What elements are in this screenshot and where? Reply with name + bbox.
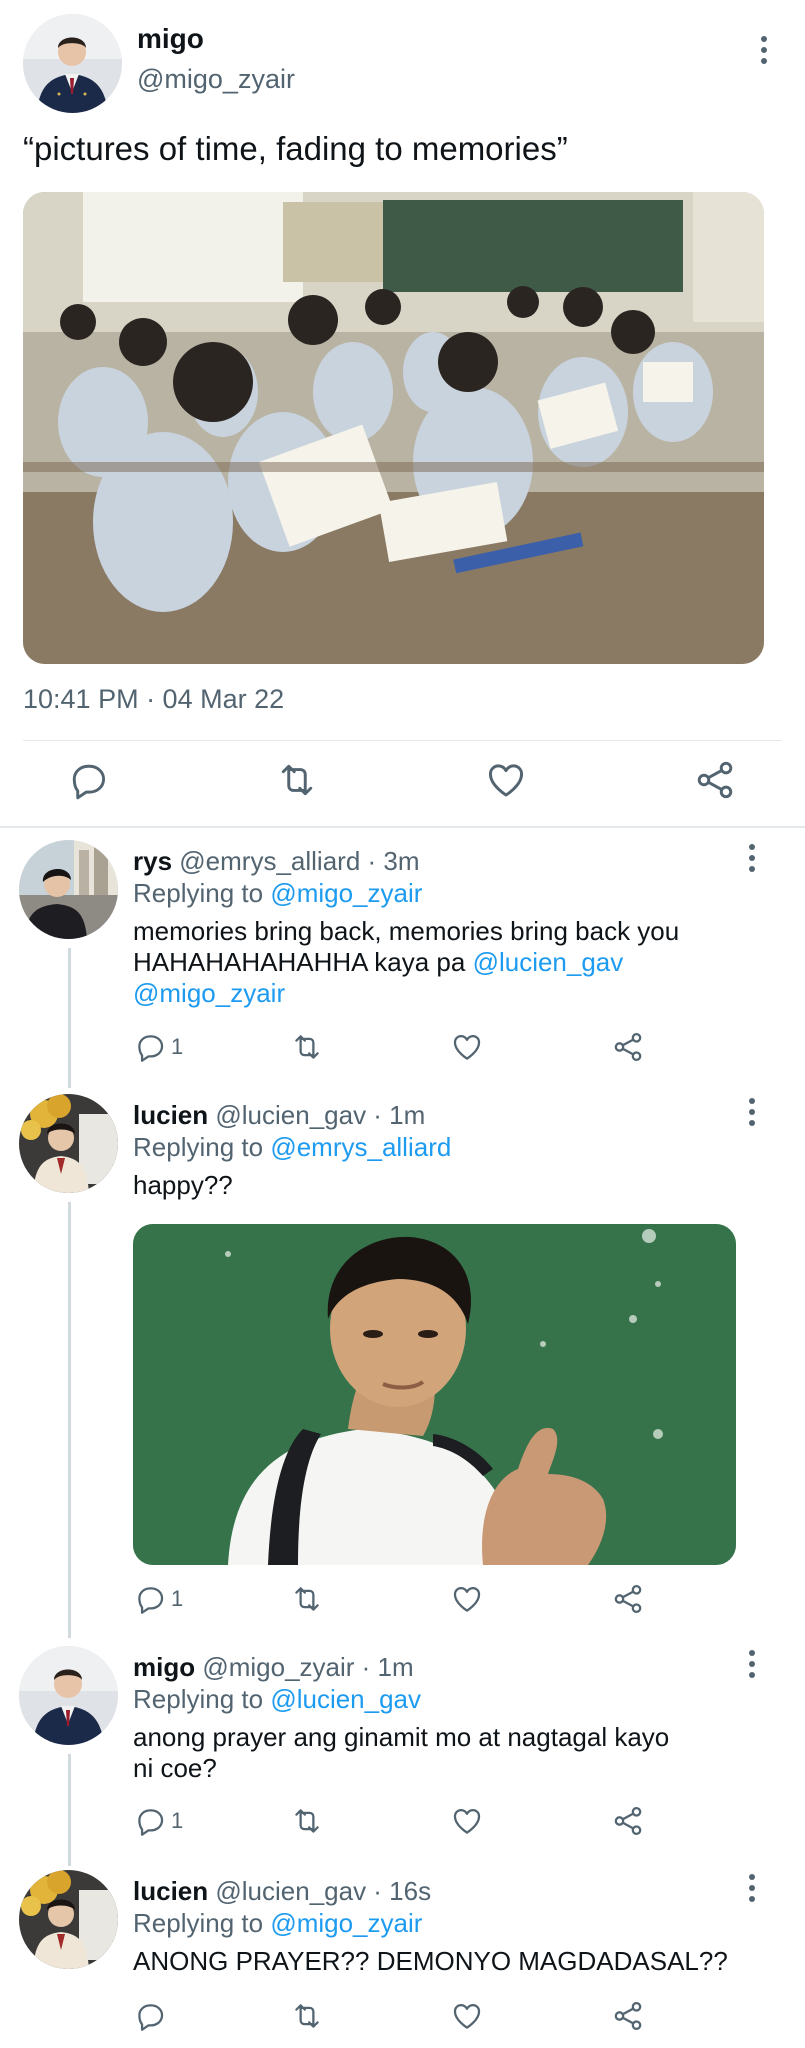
reply-icon[interactable] — [133, 1996, 171, 2036]
display-name[interactable]: rys — [133, 846, 172, 876]
mention-link[interactable]: @lucien_gav — [473, 947, 624, 977]
retweet-icon[interactable] — [290, 1027, 324, 1067]
display-name[interactable]: migo — [133, 1652, 195, 1682]
like-icon[interactable] — [450, 1579, 484, 1619]
tweet-image-classroom[interactable] — [23, 192, 764, 664]
reply-icon[interactable]: 1 — [133, 1027, 183, 1067]
like-icon[interactable] — [450, 1996, 484, 2036]
reply-text: ANONG PRAYER?? DEMONYO MAGDADASAL?? — [133, 1946, 728, 1976]
retweet-icon[interactable] — [290, 1996, 324, 2036]
reply-text: memories bring back, memories bring back… — [133, 916, 773, 1009]
display-name[interactable]: lucien — [133, 1876, 208, 1906]
avatar[interactable] — [19, 1870, 118, 1969]
mention-link[interactable]: @migo_zyair — [133, 978, 773, 1009]
user-handle-time: @emrys_alliard · 3m — [179, 846, 420, 876]
reply-header: migo @migo_zyair · 1m — [133, 1652, 414, 1683]
reply-tweet[interactable]: rys @emrys_alliard · 3m Replying to @mig… — [0, 836, 805, 1086]
reply-count: 1 — [171, 1034, 184, 1059]
avatar[interactable] — [23, 14, 122, 113]
mention-link[interactable]: @migo_zyair — [270, 1908, 422, 1938]
retweet-icon[interactable] — [290, 1579, 324, 1619]
share-icon[interactable] — [611, 1996, 645, 2036]
share-icon[interactable] — [611, 1579, 645, 1619]
reply-icon[interactable] — [66, 760, 110, 800]
divider — [23, 740, 782, 741]
replying-to: Replying to @emrys_alliard — [133, 1132, 452, 1162]
reply-tweet[interactable]: lucien @lucien_gav · 16s Replying to @mi… — [0, 1866, 805, 2048]
tweet-timestamp: 10:41 PM · 04 Mar 22 — [23, 684, 285, 714]
avatar[interactable] — [19, 1094, 118, 1193]
divider — [0, 826, 805, 828]
user-handle-time: @lucien_gav · 1m — [215, 1100, 426, 1130]
reply-icon[interactable]: 1 — [133, 1579, 183, 1619]
share-icon[interactable] — [693, 760, 737, 800]
reply-count: 1 — [171, 1586, 184, 1611]
main-tweet: migo @migo_zyair “pictures of time, fadi… — [0, 0, 805, 828]
mention-link[interactable]: @emrys_alliard — [270, 1132, 451, 1162]
reply-header: lucien @lucien_gav · 1m — [133, 1100, 425, 1131]
replying-to: Replying to @migo_zyair — [133, 1908, 423, 1938]
mention-link[interactable]: @lucien_gav — [270, 1684, 421, 1714]
reply-icon[interactable]: 1 — [133, 1801, 183, 1841]
user-handle-time: @lucien_gav · 16s — [215, 1876, 432, 1906]
more-options-icon[interactable] — [740, 1868, 764, 1908]
reply-text: anong prayer ang ginamit mo at nagtagal … — [133, 1722, 670, 1783]
display-name[interactable]: migo — [137, 23, 204, 55]
reply-tweet[interactable]: migo @migo_zyair · 1m Replying to @lucie… — [0, 1642, 805, 1864]
user-handle-time: @migo_zyair · 1m — [202, 1652, 414, 1682]
retweet-icon[interactable] — [290, 1801, 324, 1841]
replying-to: Replying to @migo_zyair — [133, 878, 423, 908]
display-name[interactable]: lucien — [133, 1100, 208, 1130]
more-options-icon[interactable] — [740, 1092, 764, 1132]
more-options-icon[interactable] — [740, 838, 764, 878]
reply-header: lucien @lucien_gav · 16s — [133, 1876, 431, 1907]
like-icon[interactable] — [450, 1801, 484, 1841]
avatar[interactable] — [19, 1646, 118, 1745]
replying-to: Replying to @lucien_gav — [133, 1684, 422, 1714]
reply-count: 1 — [171, 1808, 184, 1833]
tweet-text: “pictures of time, fading to memories” — [23, 130, 568, 167]
reply-header: rys @emrys_alliard · 3m — [133, 846, 420, 877]
avatar[interactable] — [19, 840, 118, 939]
reply-text: happy?? — [133, 1170, 233, 1200]
like-icon[interactable] — [484, 760, 528, 800]
more-options-icon[interactable] — [740, 1644, 764, 1684]
user-handle[interactable]: @migo_zyair — [137, 64, 295, 95]
share-icon[interactable] — [611, 1801, 645, 1841]
share-icon[interactable] — [611, 1027, 645, 1067]
more-options-icon[interactable] — [752, 30, 776, 70]
retweet-icon[interactable] — [275, 760, 319, 800]
reply-tweet[interactable]: lucien @lucien_gav · 1m Replying to @emr… — [0, 1090, 805, 1640]
mention-link[interactable]: @migo_zyair — [270, 878, 422, 908]
like-icon[interactable] — [450, 1027, 484, 1067]
reply-image-thumbs-up[interactable] — [133, 1224, 736, 1565]
